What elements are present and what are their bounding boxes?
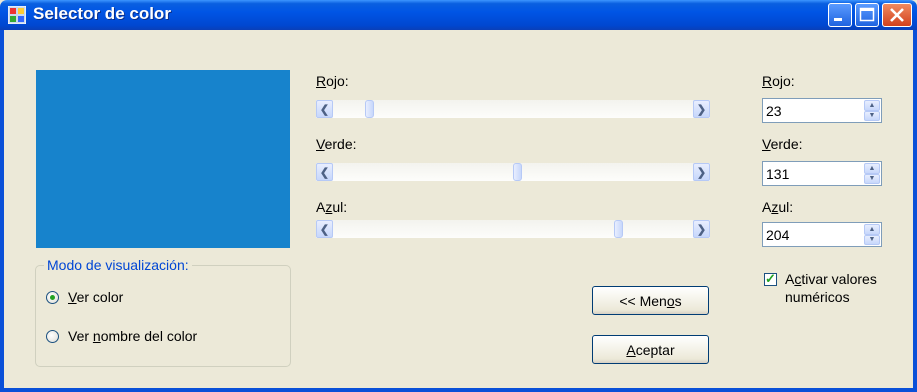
- green-slider-right-button[interactable]: ❯: [693, 163, 710, 181]
- arrow-right-icon: ❯: [696, 166, 707, 179]
- radio-show-color-label: Ver color: [68, 289, 124, 305]
- minimize-icon: [834, 18, 842, 21]
- numeric-blue-label: Azul:: [762, 199, 794, 215]
- minimize-button[interactable]: [828, 3, 852, 27]
- window-title: Selector de color: [33, 4, 171, 23]
- arrow-right-icon: ❯: [696, 223, 707, 236]
- color-preview: [36, 70, 290, 248]
- red-slider-left-button[interactable]: ❮: [316, 100, 333, 118]
- slider-green-label: Verde:: [316, 136, 357, 152]
- accept-button-label: Aceptar: [626, 341, 675, 358]
- display-mode-group: [35, 265, 291, 367]
- radio-show-color-name-label: Ver nombre del color: [68, 328, 198, 344]
- slider-blue-label: Azul:: [316, 199, 348, 215]
- radio-show-color-indicator[interactable]: [46, 290, 59, 304]
- arrow-right-icon: ❯: [696, 103, 707, 116]
- spin-down-icon[interactable]: ▼: [864, 173, 880, 184]
- spin-up-icon[interactable]: ▲: [864, 224, 880, 235]
- green-value[interactable]: 131: [766, 166, 789, 182]
- green-spinbox[interactable]: 131 ▲ ▼: [762, 161, 882, 186]
- red-value[interactable]: 23: [766, 103, 782, 119]
- numeric-toggle-label[interactable]: Activar valores numéricos: [785, 270, 877, 306]
- spin-down-icon[interactable]: ▼: [864, 110, 880, 121]
- close-button[interactable]: [882, 3, 912, 27]
- less-button[interactable]: << Menos: [592, 286, 709, 315]
- title-bar[interactable]: Selector de color: [0, 0, 917, 30]
- accept-button[interactable]: Aceptar: [592, 335, 709, 364]
- numeric-toggle-checkbox[interactable]: [764, 271, 777, 287]
- radio-show-color-name[interactable]: Ver nombre del color: [46, 328, 197, 344]
- blue-slider-thumb[interactable]: [613, 220, 623, 238]
- radio-show-color-name-indicator[interactable]: [46, 329, 59, 343]
- red-slider-thumb[interactable]: [364, 100, 374, 118]
- display-mode-legend: Modo de visualización:: [44, 257, 192, 273]
- spin-down-icon[interactable]: ▼: [864, 234, 880, 245]
- blue-value[interactable]: 204: [766, 227, 789, 243]
- spin-up-icon[interactable]: ▲: [864, 163, 880, 174]
- blue-slider-left-button[interactable]: ❮: [316, 220, 333, 238]
- less-button-label: << Menos: [619, 292, 682, 309]
- app-icon: [8, 6, 26, 24]
- close-icon: [890, 8, 904, 22]
- green-slider-left-button[interactable]: ❮: [316, 163, 333, 181]
- arrow-left-icon: ❮: [319, 166, 330, 179]
- arrow-left-icon: ❮: [319, 223, 330, 236]
- blue-slider-right-button[interactable]: ❯: [693, 220, 710, 238]
- blue-slider[interactable]: ❮ ❯: [316, 220, 710, 238]
- red-slider[interactable]: ❮ ❯: [316, 100, 710, 118]
- green-slider[interactable]: ❮ ❯: [316, 163, 710, 181]
- radio-show-color[interactable]: Ver color: [46, 289, 123, 305]
- maximize-icon: [859, 7, 875, 22]
- color-picker-window: Selector de color Modo de visualización:…: [0, 0, 917, 392]
- numeric-green-label: Verde:: [762, 136, 803, 152]
- numeric-red-label: Rojo:: [762, 73, 795, 89]
- red-slider-right-button[interactable]: ❯: [693, 100, 710, 118]
- window-frame-right: [913, 30, 917, 392]
- green-slider-thumb[interactable]: [513, 163, 523, 181]
- window-frame-bottom: [0, 388, 917, 392]
- arrow-left-icon: ❮: [319, 103, 330, 116]
- red-spinbox[interactable]: 23 ▲ ▼: [762, 98, 882, 123]
- blue-spinbox[interactable]: 204 ▲ ▼: [762, 222, 882, 247]
- slider-red-label: Rojo:: [316, 73, 349, 89]
- window-frame-left: [0, 30, 4, 392]
- spin-up-icon[interactable]: ▲: [864, 100, 880, 111]
- maximize-button[interactable]: [855, 3, 879, 27]
